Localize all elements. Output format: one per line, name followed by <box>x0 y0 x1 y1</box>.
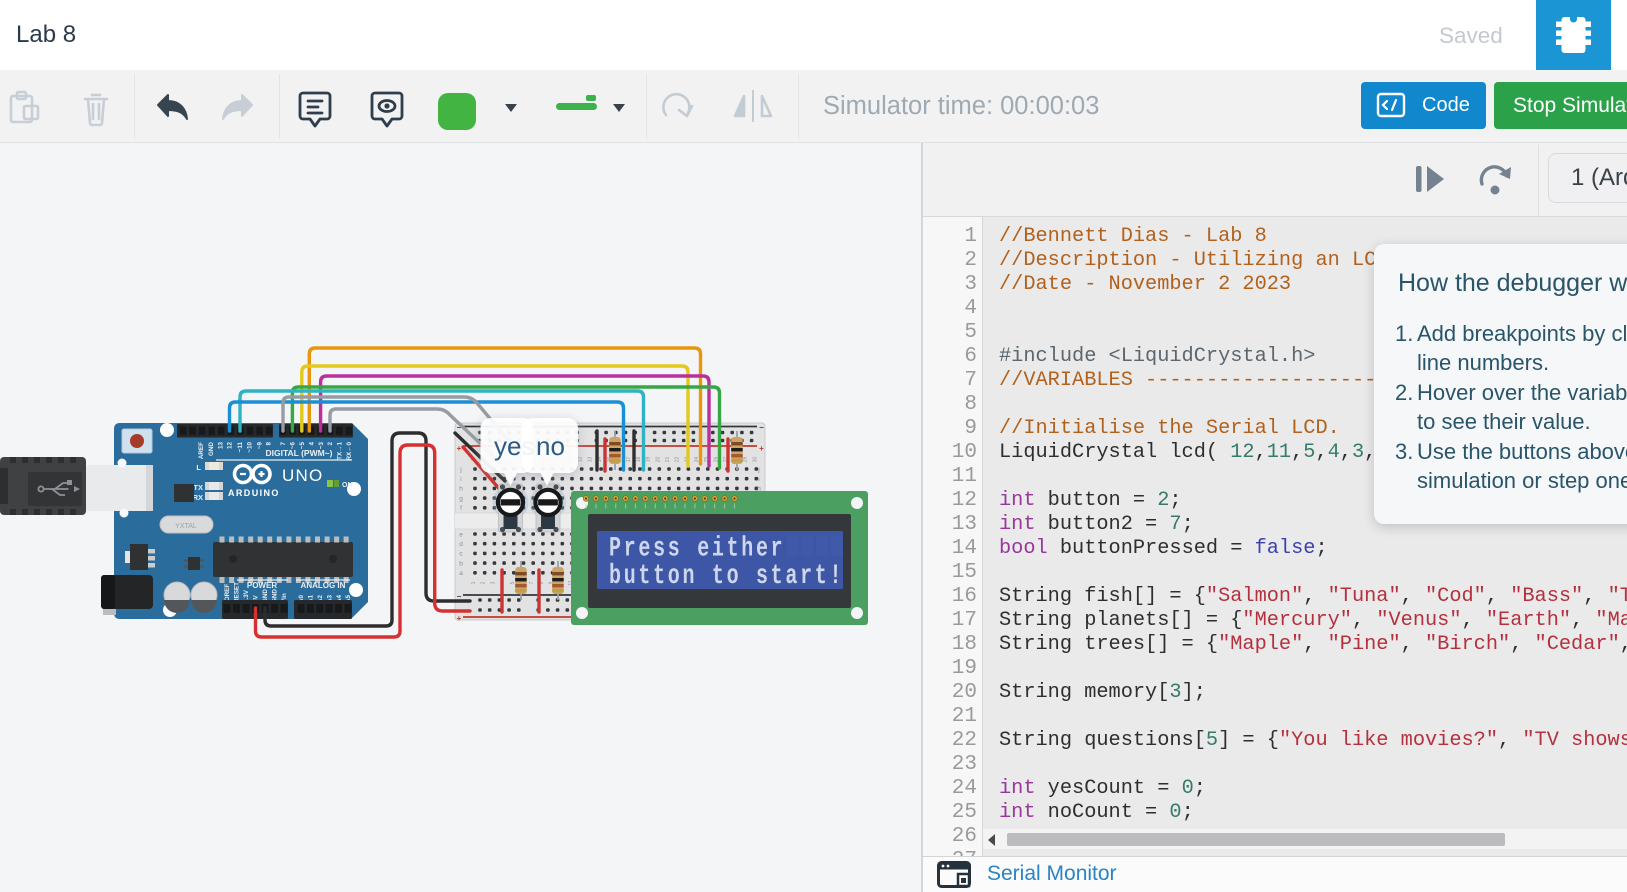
svg-text:5: 5 <box>510 581 516 584</box>
svg-text:RX←0: RX←0 <box>346 442 353 461</box>
svg-text:RESET: RESET <box>234 582 241 603</box>
svg-text:no: no <box>536 431 565 461</box>
svg-text:7: 7 <box>529 581 535 584</box>
svg-text:19: 19 <box>646 457 652 463</box>
svg-text:2: 2 <box>481 581 487 584</box>
svg-text:8: 8 <box>266 442 273 446</box>
svg-text:2: 2 <box>327 442 334 446</box>
svg-text:RX: RX <box>193 493 203 502</box>
svg-text:ANALOG IN: ANALOG IN <box>301 581 346 590</box>
svg-text:j: j <box>459 466 461 473</box>
svg-text:12: 12 <box>227 442 234 450</box>
svg-text:~9: ~9 <box>257 442 264 450</box>
svg-text:e: e <box>459 531 463 538</box>
svg-text:20: 20 <box>655 457 661 463</box>
svg-text:1: 1 <box>471 581 477 584</box>
svg-text:b: b <box>459 560 463 567</box>
svg-text:button to start!: button to start! <box>609 561 844 592</box>
svg-text:j: j <box>757 466 759 473</box>
svg-text:18: 18 <box>636 457 642 463</box>
svg-text:i: i <box>758 476 759 483</box>
svg-text:YXTAL: YXTAL <box>175 523 197 530</box>
svg-text:~11: ~11 <box>237 442 244 453</box>
svg-text:29: 29 <box>743 457 749 463</box>
svg-text:L: L <box>196 463 201 472</box>
svg-text:30: 30 <box>752 457 758 463</box>
svg-text:22: 22 <box>675 457 681 463</box>
svg-text:13: 13 <box>218 442 225 450</box>
svg-text:+: + <box>457 444 462 453</box>
svg-text:i: i <box>460 476 461 483</box>
svg-text:ON: ON <box>342 482 353 489</box>
svg-text:g: g <box>459 495 463 502</box>
svg-text:GND: GND <box>208 442 215 456</box>
svg-text:Press either: Press either <box>609 534 785 565</box>
svg-text:f: f <box>460 505 462 512</box>
svg-text:~10: ~10 <box>247 442 254 453</box>
svg-text:+: + <box>759 444 764 453</box>
svg-text:21: 21 <box>665 457 671 463</box>
svg-text:DIGITAL (PWM~): DIGITAL (PWM~) <box>266 448 333 458</box>
svg-text:AREF: AREF <box>198 442 205 459</box>
svg-text:POWER: POWER <box>247 581 277 590</box>
svg-text:a: a <box>459 570 463 577</box>
svg-text:3: 3 <box>490 581 496 584</box>
svg-text:13: 13 <box>587 457 593 463</box>
svg-text:UNO: UNO <box>282 466 323 485</box>
svg-text:−: − <box>759 423 764 432</box>
svg-text:TX: TX <box>193 483 203 492</box>
svg-text:d: d <box>459 541 463 548</box>
svg-text:h: h <box>459 486 463 493</box>
svg-text:4: 4 <box>308 442 315 446</box>
svg-text:12: 12 <box>578 457 584 463</box>
svg-text:7: 7 <box>280 442 287 446</box>
svg-text:17: 17 <box>626 457 632 463</box>
svg-text:+: + <box>457 614 462 623</box>
svg-text:TX→1: TX→1 <box>337 442 344 460</box>
svg-text:ARDUINO: ARDUINO <box>228 488 280 498</box>
